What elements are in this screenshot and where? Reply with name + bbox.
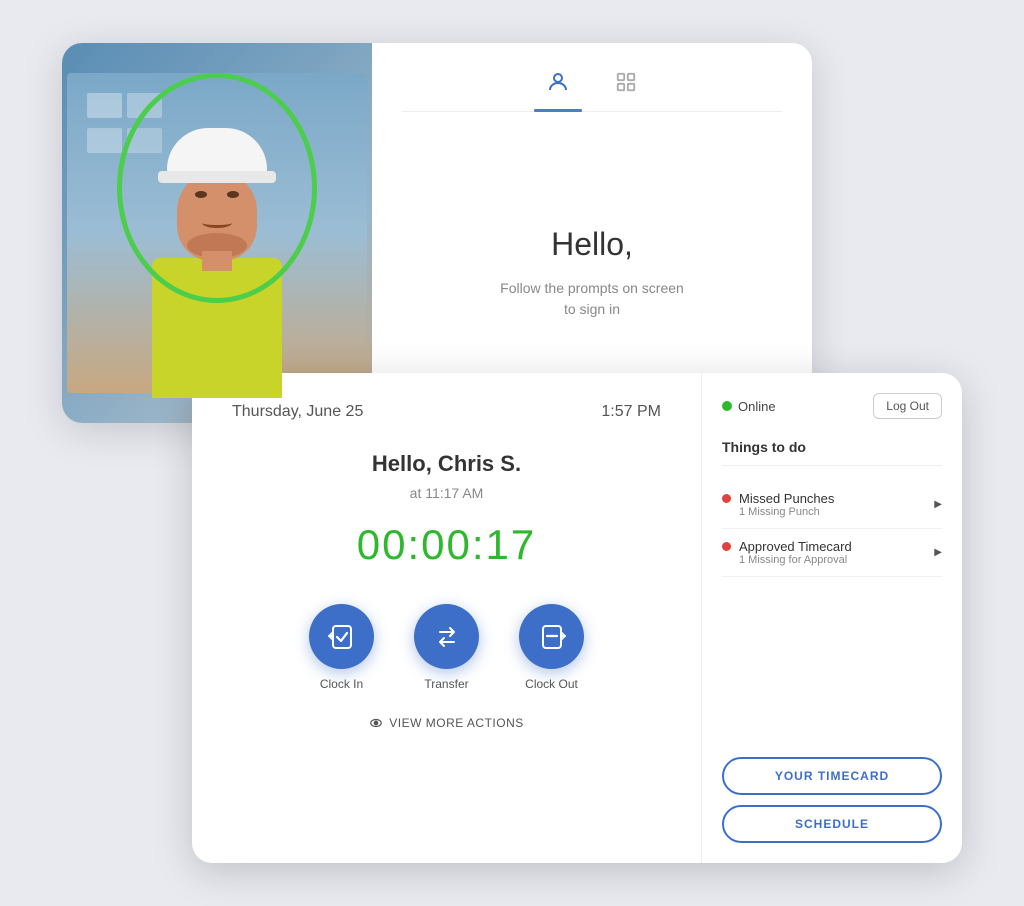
online-dot	[722, 401, 732, 411]
last-punch-time: at 11:17 AM	[232, 485, 661, 501]
clock-out-wrap: Clock Out	[519, 604, 584, 691]
todo-approved-timecard[interactable]: Approved Timecard 1 Missing for Approval…	[722, 529, 942, 577]
signin-tabs	[402, 63, 782, 112]
transfer-wrap: Transfer	[414, 604, 479, 691]
things-to-do-title: Things to do	[722, 439, 942, 455]
todo-dot	[722, 494, 731, 503]
top-card: Hello, Follow the prompts on screen to s…	[62, 43, 812, 423]
timecard-header: Thursday, June 25 1:57 PM	[232, 403, 661, 421]
clock-out-button[interactable]	[519, 604, 584, 669]
divider	[722, 465, 942, 466]
clock-in-button[interactable]	[309, 604, 374, 669]
eye-icon	[369, 716, 383, 730]
signin-prompt: Follow the prompts on screen to sign in	[402, 278, 782, 320]
logout-button[interactable]: Log Out	[873, 393, 942, 419]
user-greeting: Hello, Chris S.	[232, 451, 661, 477]
timecard-date: Thursday, June 25	[232, 403, 363, 421]
action-buttons: Clock In Transfer	[232, 604, 661, 691]
elapsed-timer: 00:00:17	[232, 521, 661, 569]
sidebar-buttons: YOUR TIMECARD SCHEDULE	[722, 757, 942, 843]
face-section	[62, 43, 372, 423]
clock-out-label: Clock Out	[525, 677, 578, 691]
signin-content: Hello, Follow the prompts on screen to s…	[402, 142, 782, 403]
timecard-current-time: 1:57 PM	[601, 403, 661, 421]
sidebar-top: Online Log Out	[722, 393, 942, 419]
tab-grid-view[interactable]	[602, 63, 650, 101]
todo-sub-missed: 1 Missing Punch	[739, 506, 834, 518]
todo-missed-punches[interactable]: Missed Punches 1 Missing Punch ▶	[722, 481, 942, 529]
todo-arrow-approved: ▶	[934, 547, 942, 558]
todo-title-approved: Approved Timecard	[739, 539, 852, 554]
timecard-sidebar: Online Log Out Things to do Missed Punch…	[702, 373, 962, 863]
clock-in-label: Clock In	[320, 677, 363, 691]
sidebar-spacer	[722, 577, 942, 757]
signin-greeting: Hello,	[402, 226, 782, 263]
todo-title-missed: Missed Punches	[739, 491, 834, 506]
view-more-actions[interactable]: VIEW MORE ACTIONS	[232, 716, 661, 730]
tab-face-recognition[interactable]	[534, 63, 582, 101]
online-status: Online	[722, 399, 776, 414]
your-timecard-button[interactable]: YOUR TIMECARD	[722, 757, 942, 795]
todo-sub-approved: 1 Missing for Approval	[739, 554, 852, 566]
todo-dot-2	[722, 542, 731, 551]
transfer-button[interactable]	[414, 604, 479, 669]
clock-in-wrap: Clock In	[309, 604, 374, 691]
todo-arrow-missed: ▶	[934, 499, 942, 510]
signin-panel: Hello, Follow the prompts on screen to s…	[372, 43, 812, 423]
transfer-label: Transfer	[424, 677, 468, 691]
schedule-button[interactable]: SCHEDULE	[722, 805, 942, 843]
bottom-card: Thursday, June 25 1:57 PM Hello, Chris S…	[192, 373, 962, 863]
timecard-main: Thursday, June 25 1:57 PM Hello, Chris S…	[192, 373, 702, 863]
